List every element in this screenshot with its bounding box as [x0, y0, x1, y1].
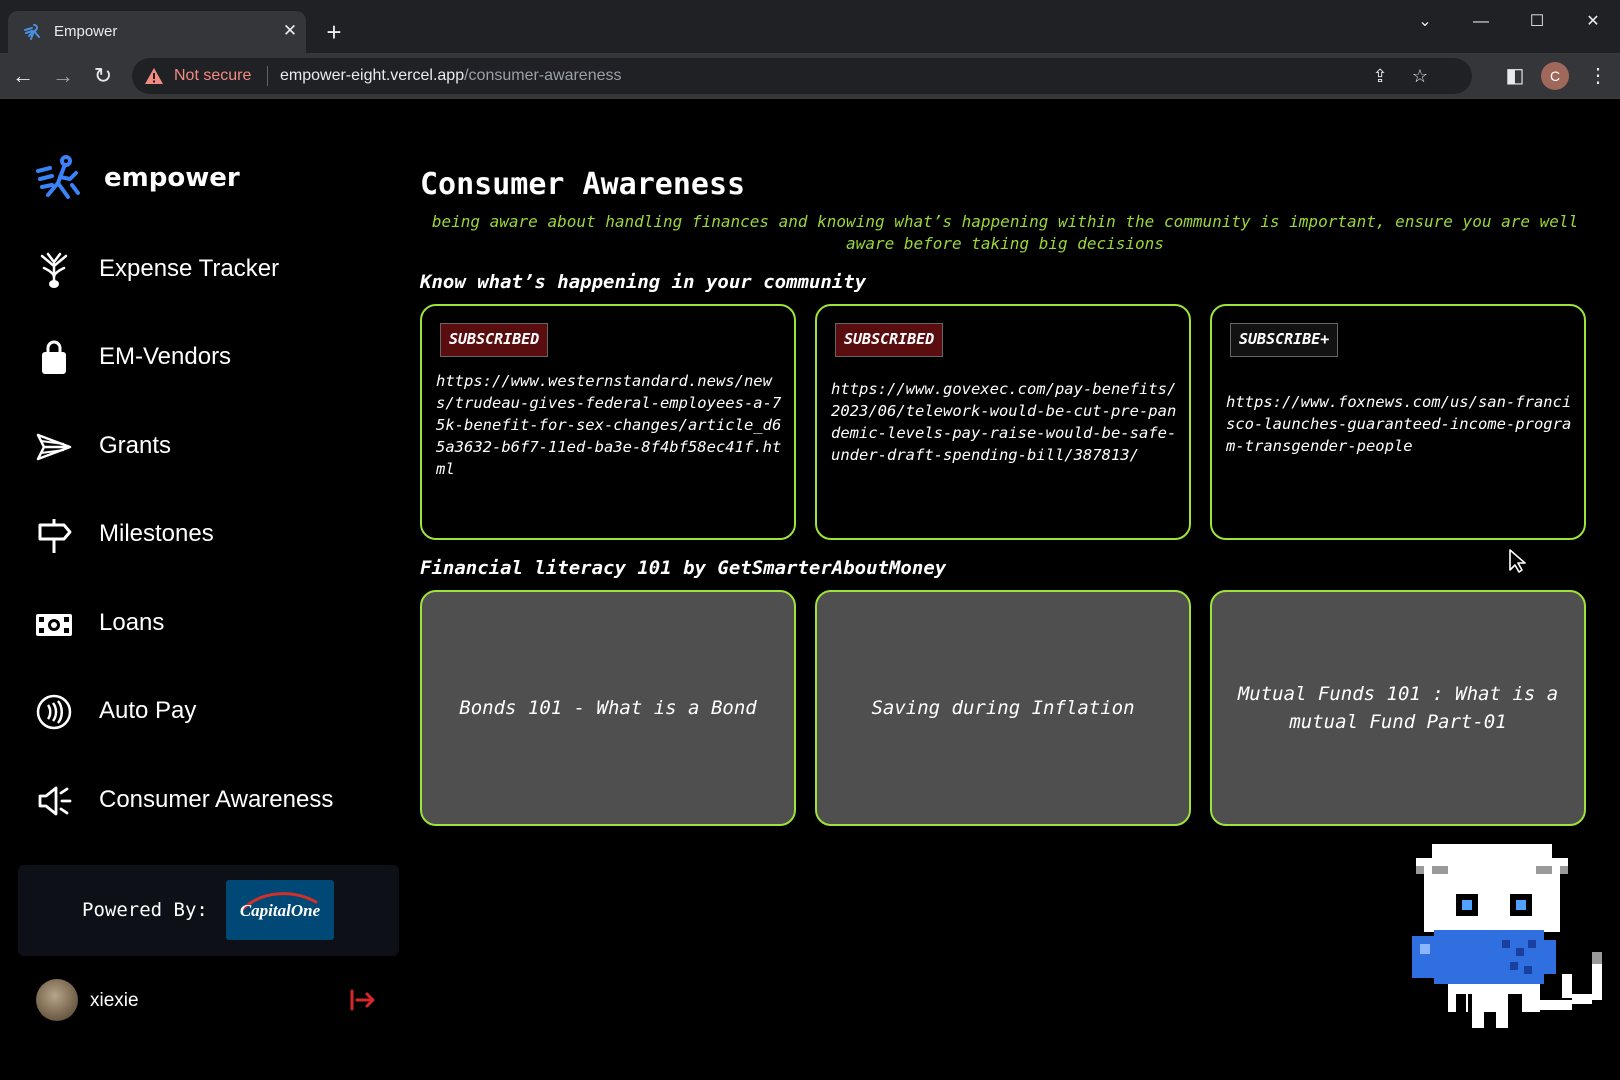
url-text[interactable]: empower-eight.vercel.app/consumer-awaren… [280, 67, 622, 85]
community-heading: Know what’s happening in your community [420, 271, 867, 293]
sidebar-item-consumer-awareness[interactable]: Consumer Awareness [34, 776, 394, 826]
pixel-cat-mascot[interactable] [1412, 844, 1612, 1034]
news-url[interactable]: https://www.foxnews.com/us/san-francisco… [1226, 391, 1572, 457]
close-window-icon[interactable]: ✕ [1570, 6, 1616, 38]
maximize-icon[interactable]: ☐ [1514, 6, 1560, 38]
minimize-icon[interactable]: — [1458, 6, 1504, 38]
url-host: empower-eight.vercel.app [280, 67, 465, 84]
side-panel-icon[interactable]: ◧ [1500, 61, 1530, 91]
video-title: Mutual Funds 101 : What is a mutual Fund… [1237, 683, 1559, 733]
sidebar-item-label: Auto Pay [99, 697, 197, 724]
security-label[interactable]: Not secure [174, 67, 251, 85]
tab-search-icon[interactable]: ⌄ [1402, 6, 1448, 38]
literacy-heading: Financial literacy 101 by GetSmarterAbou… [420, 557, 947, 579]
video-title: Saving during Inflation [871, 697, 1135, 719]
sidebar-item-expense-tracker[interactable]: Expense Tracker [34, 245, 394, 295]
send-icon [36, 433, 72, 461]
sponsor-name: CapitalOne [239, 901, 321, 920]
news-url[interactable]: https://www.govexec.com/pay-benefits/202… [831, 378, 1177, 466]
signpost-icon [38, 519, 72, 553]
address-bar[interactable]: Not secure empower-eight.vercel.app/cons… [132, 58, 1472, 94]
subscribe-badge[interactable]: SUBSCRIBE+ [1230, 323, 1339, 357]
mouse-cursor-icon [1509, 549, 1526, 573]
news-url[interactable]: https://www.westernstandard.news/news/tr… [436, 370, 782, 480]
sidebar-item-label: Consumer Awareness [99, 786, 334, 813]
back-icon[interactable]: ← [8, 61, 38, 91]
powered-by-panel: Powered By: CapitalOne [18, 865, 399, 956]
browser-chrome: Empower ✕ + ⌄ — ☐ ✕ ← → ↻ Not secure emp… [0, 0, 1620, 99]
profile-avatar[interactable]: C [1541, 62, 1569, 90]
tab-title: Empower [54, 23, 118, 40]
powered-by-label: Powered By: [82, 899, 208, 921]
sidebar-item-milestones[interactable]: Milestones [34, 510, 394, 560]
video-card[interactable]: Mutual Funds 101 : What is a mutual Fund… [1210, 590, 1586, 826]
share-icon[interactable]: ⇪ [1368, 64, 1392, 88]
tulip-icon [40, 252, 68, 288]
video-card[interactable]: Saving during Inflation [815, 590, 1191, 826]
sidebar-item-em-vendors[interactable]: EM-Vendors [34, 333, 394, 383]
url-path: /consumer-awareness [464, 67, 622, 84]
menu-kebab-icon[interactable]: ⋮ [1583, 61, 1613, 91]
sidebar-item-grants[interactable]: Grants [34, 422, 394, 472]
subscribe-badge[interactable]: SUBSCRIBED [440, 323, 549, 357]
capital-one-logo[interactable]: CapitalOne [226, 880, 334, 940]
sidebar-item-label: Milestones [99, 520, 214, 547]
avatar[interactable] [36, 979, 78, 1021]
news-card[interactable]: SUBSCRIBED https://www.govexec.com/pay-b… [815, 304, 1191, 540]
sidebar-item-label: Loans [99, 609, 165, 636]
omnibox-divider [267, 66, 268, 86]
bookmark-star-icon[interactable]: ☆ [1408, 64, 1432, 88]
contactless-icon [36, 694, 72, 730]
news-card[interactable]: SUBSCRIBED https://www.westernstandard.n… [420, 304, 796, 540]
forward-icon[interactable]: → [48, 61, 78, 91]
tab-strip: Empower ✕ + ⌄ — ☐ ✕ [0, 0, 1620, 53]
video-title: Bonds 101 - What is a Bond [459, 697, 757, 719]
page-title: Consumer Awareness [420, 167, 746, 202]
browser-tab[interactable]: Empower ✕ [8, 11, 306, 53]
empower-logo-icon [36, 155, 80, 199]
video-card[interactable]: Bonds 101 - What is a Bond [420, 590, 796, 826]
cash-icon [36, 614, 72, 636]
username: xiexie [90, 990, 139, 1011]
sidebar-item-loans[interactable]: Loans [34, 599, 394, 649]
brand-name: empower [104, 163, 240, 193]
sidebar-item-label: Grants [99, 432, 172, 459]
reload-icon[interactable]: ↻ [88, 61, 118, 91]
megaphone-icon [38, 786, 72, 816]
logout-icon[interactable] [349, 987, 377, 1013]
empower-favicon-icon [24, 24, 40, 40]
page: empower Expense Tracker EM-Vendors Grant… [0, 99, 1620, 1080]
sidebar-item-label: EM-Vendors [99, 343, 232, 370]
sidebar-item-auto-pay[interactable]: Auto Pay [34, 687, 394, 737]
close-tab-icon[interactable]: ✕ [278, 19, 302, 43]
shopping-bag-icon [42, 340, 66, 374]
sidebar-item-label: Expense Tracker [99, 255, 280, 282]
browser-toolbar: ← → ↻ Not secure empower-eight.vercel.ap… [0, 53, 1620, 99]
sidebar: empower Expense Tracker EM-Vendors Grant… [0, 99, 410, 1080]
user-profile[interactable]: xiexie [36, 979, 376, 1021]
page-subtitle: being aware about handling finances and … [431, 212, 1579, 253]
warning-icon [145, 68, 163, 84]
new-tab-icon[interactable]: + [320, 18, 348, 46]
subscribe-badge[interactable]: SUBSCRIBED [835, 323, 944, 357]
news-card[interactable]: SUBSCRIBE+ https://www.foxnews.com/us/sa… [1210, 304, 1586, 540]
